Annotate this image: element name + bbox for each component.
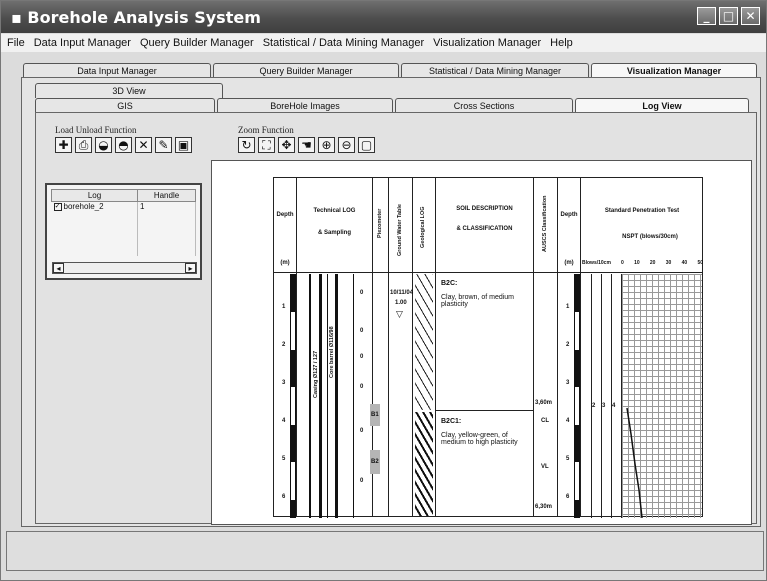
edit-icon[interactable]: ✎ [155,137,172,153]
spt-line [626,407,643,518]
depth-tick: 2 [282,342,286,348]
column-header-handle[interactable]: Handle [137,189,196,202]
menu-visualization-manager[interactable]: Visualization Manager [433,37,541,49]
zoom-label: Zoom Function [238,125,294,135]
depth-tick: 6 [566,494,570,500]
depth-tick: 4 [282,418,286,424]
depth-tick: 3 [282,380,286,386]
tab-3d-view[interactable]: 3D View [35,83,223,98]
table-row[interactable]: ✓ borehole_2 1 [51,201,196,256]
menu-query-builder-manager[interactable]: Query Builder Manager [140,37,254,49]
tab-query-builder-manager[interactable]: Query Builder Manager [213,63,399,78]
status-bar [6,531,764,571]
zoom-out-icon[interactable]: ⊖ [338,137,355,153]
casing-label: Casing Ø127 / 127 [313,350,319,398]
view-tabs-row1: 3D View [35,83,225,98]
load-unload-toolbar: Load Unload Function ✚ ⎙ ◒ ◓ ✕ ✎ ▣ [55,125,192,153]
layer-depth: 6,30m [535,504,553,510]
depth-tick: 6 [282,494,286,500]
spt-value: 3 [602,403,606,409]
sample-mark: 0 [360,478,364,484]
log-header-divider [274,178,702,273]
app-window: ▪ Borehole Analysis System _ □ ✕ File Da… [0,0,767,581]
fit-icon[interactable]: ⛶ [258,137,275,153]
zoom-box-icon[interactable]: ▢ [358,137,375,153]
view-tabs-row2: GIS BoreHole Images Cross Sections Log V… [35,98,751,113]
scroll-left-icon[interactable]: ◂ [53,263,64,273]
column-header-log[interactable]: Log [51,189,138,202]
spt-value: 2 [592,403,596,409]
core-label: Core barrel Ø116/98 [329,326,335,378]
extent-icon[interactable]: ✥ [278,137,295,153]
uscs-value: VL [541,464,549,470]
log-list: Log Handle ✓ borehole_2 1 ◂ ▸ [45,183,202,280]
scroll-right-icon[interactable]: ▸ [185,263,196,273]
menu-data-input-manager[interactable]: Data Input Manager [34,37,131,49]
depth-tick: 1 [566,304,570,310]
menu-help[interactable]: Help [550,37,573,49]
load-unload-label: Load Unload Function [55,125,137,135]
tab-statistical-manager[interactable]: Statistical / Data Mining Manager [401,63,589,78]
window-icon[interactable]: ▣ [175,137,192,153]
depth-tick: 1 [282,304,286,310]
pan-icon[interactable]: ☚ [298,137,315,153]
log-table: Log Handle ✓ borehole_2 1 [51,189,196,256]
menu-statistical-manager[interactable]: Statistical / Data Mining Manager [263,37,424,49]
layer-depth: 3,60m [535,400,553,406]
menu-file[interactable]: File [7,37,25,49]
tab-gis[interactable]: GIS [35,98,215,113]
water-level-icon: ▽ [396,310,403,320]
delete-icon[interactable]: ✕ [135,137,152,153]
maximize-button[interactable]: □ [719,7,738,25]
tab-cross-sections[interactable]: Cross Sections [395,98,573,113]
depth-tick: 5 [566,456,570,462]
main-tabs: Data Input Manager Query Builder Manager… [23,63,759,78]
sample-mark: 0 [360,290,364,296]
zoom-in-icon[interactable]: ⊕ [318,137,335,153]
close-button[interactable]: ✕ [741,7,760,25]
tab-log-view[interactable]: Log View [575,98,749,113]
layer-description: B2C: Clay, brown, of medium plasticity [441,280,515,308]
depth-tick: 3 [566,380,570,386]
log-handle: 1 [137,201,196,256]
title-bar[interactable]: ▪ Borehole Analysis System _ □ ✕ [1,1,766,33]
sample-mark: 0 [360,384,364,390]
zoom-toolbar: Zoom Function ↻ ⛶ ✥ ☚ ⊕ ⊖ ▢ [238,125,375,153]
layer-description: B2C1: Clay, yellow-green, of medium to hi… [441,418,518,446]
log-name: borehole_2 [63,202,104,211]
checkbox[interactable]: ✓ [53,202,62,211]
tab-data-input-manager[interactable]: Data Input Manager [23,63,211,78]
load-icon[interactable]: ◓ [115,137,132,153]
tab-visualization-manager[interactable]: Visualization Manager [591,63,757,78]
borehole-log-sheet: Depth (m) 1 2 3 4 5 6 Technical LOG & Sa… [273,177,703,518]
print-icon[interactable]: ⎙ [75,137,92,153]
window-title: ▪ Borehole Analysis System [11,8,261,27]
spt-value: 4 [612,403,616,409]
depth-tick: 5 [282,456,286,462]
uscs-value: CL [541,418,549,424]
menu-bar: File Data Input Manager Query Builder Ma… [1,34,766,52]
sample-mark: 0 [360,354,364,360]
sample-mark: 0 [360,328,364,334]
tab-borehole-images[interactable]: BoreHole Images [217,98,393,113]
horizontal-scrollbar[interactable]: ◂ ▸ [52,262,197,274]
layer-hatch [415,412,433,516]
depth-tick: 2 [566,342,570,348]
layer-hatch [415,274,433,410]
open-icon[interactable]: ◒ [95,137,112,153]
depth-tick: 4 [566,418,570,424]
sample-mark: 0 [360,428,364,434]
log-view-canvas[interactable]: Depth (m) 1 2 3 4 5 6 Technical LOG & Sa… [211,160,752,525]
minimize-button[interactable]: _ [697,7,716,25]
refresh-icon[interactable]: ↻ [238,137,255,153]
water-table-date: 10/11/04 [390,290,414,296]
window-controls: _ □ ✕ [697,7,760,25]
add-icon[interactable]: ✚ [55,137,72,153]
water-table-level: 1.00 [395,300,407,306]
